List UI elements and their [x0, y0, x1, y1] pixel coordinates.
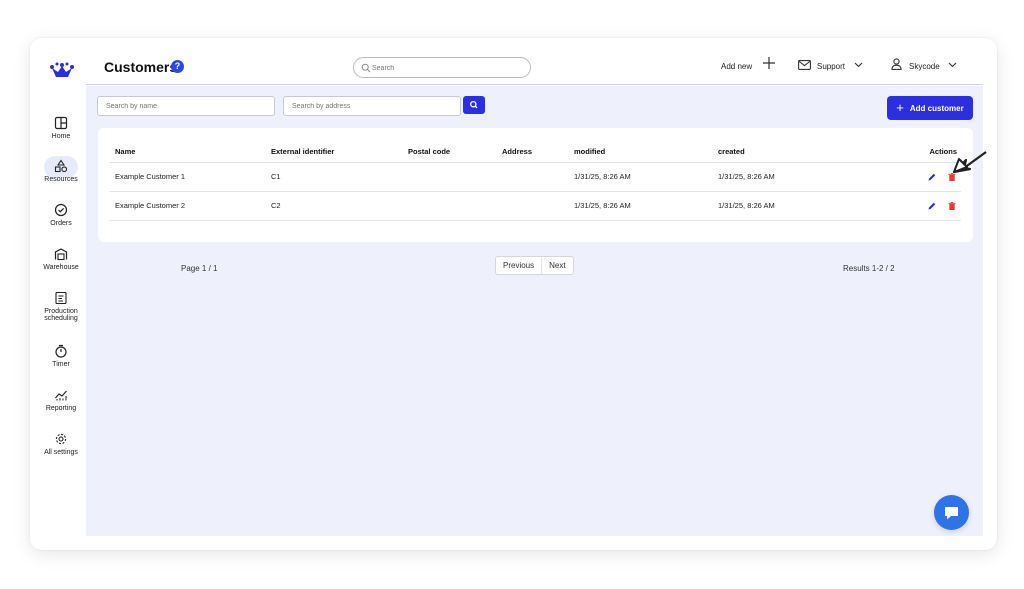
sidebar-item-label: All settings	[44, 449, 78, 456]
cell-name: Example Customer 2	[109, 191, 265, 221]
sidebar-item-resources[interactable]: Resources	[30, 156, 92, 183]
plus-icon: +	[896, 100, 904, 115]
cell-actions	[867, 191, 961, 221]
search-icon	[361, 63, 371, 73]
warehouse-icon	[54, 248, 68, 261]
gear-icon	[55, 433, 67, 445]
sidebar-item-label: Resources	[44, 176, 78, 183]
search-by-address-input[interactable]	[283, 96, 461, 116]
cell-address	[496, 162, 568, 192]
cell-external-id: C1	[265, 162, 402, 192]
search-by-name-input[interactable]	[97, 96, 275, 116]
column-header-actions: Actions	[867, 142, 961, 163]
layout-icon	[54, 116, 68, 130]
edit-icon[interactable]	[927, 201, 937, 211]
top-header: Customers ? Add new Support Skycode	[86, 38, 983, 85]
cell-postal-code	[402, 162, 496, 192]
edit-icon[interactable]	[927, 172, 937, 182]
chevron-down-icon[interactable]	[854, 62, 863, 68]
results-count: Results 1-2 / 2	[843, 264, 895, 273]
page-title: Customers	[104, 59, 178, 75]
chat-button[interactable]	[934, 495, 969, 530]
cell-created: 1/31/25, 8:26 AM	[712, 162, 867, 192]
sidebar-item-label: Orders	[50, 220, 72, 227]
app-window: Home Resources Orders Warehouse Producti…	[30, 38, 997, 550]
sidebar-item-label: Home	[51, 133, 71, 140]
schedule-icon	[55, 291, 67, 305]
chart-icon	[55, 390, 67, 401]
column-header-created[interactable]: created	[712, 142, 867, 163]
add-customer-label: Add customer	[909, 103, 964, 113]
column-header-postal-code[interactable]: Postal code	[402, 142, 496, 163]
sidebar-item-label: Timer	[52, 361, 70, 368]
column-header-modified[interactable]: modified	[568, 142, 712, 163]
cell-address	[496, 191, 568, 221]
previous-button[interactable]: Previous	[496, 257, 541, 274]
mail-icon	[798, 60, 811, 70]
column-header-name[interactable]: Name	[109, 142, 265, 163]
cell-modified: 1/31/25, 8:26 AM	[568, 162, 712, 192]
cell-actions	[867, 162, 961, 192]
cell-external-id: C2	[265, 191, 402, 221]
logo-icon[interactable]	[50, 62, 74, 80]
sidebar-item-home[interactable]: Home	[30, 116, 92, 140]
sidebar-item-label: Reporting	[45, 405, 77, 412]
cell-name: Example Customer 1	[109, 162, 265, 192]
main-content: + Add customer Name External identifier …	[86, 86, 983, 536]
search-icon	[470, 100, 478, 109]
plus-icon[interactable]	[762, 56, 776, 70]
stopwatch-icon	[55, 344, 67, 358]
pagination-controls: Previous Next	[495, 256, 574, 275]
add-customer-button[interactable]: + Add customer	[887, 96, 973, 120]
sidebar-item-production-scheduling[interactable]: Production scheduling	[30, 291, 92, 322]
sidebar-item-label: Production scheduling	[44, 308, 78, 322]
table-row[interactable]: Example Customer 2 C2 1/31/25, 8:26 AM 1…	[109, 191, 961, 221]
cell-created: 1/31/25, 8:26 AM	[712, 191, 867, 221]
column-header-address[interactable]: Address	[496, 142, 568, 163]
cell-modified: 1/31/25, 8:26 AM	[568, 191, 712, 221]
user-menu[interactable]: Skycode	[909, 62, 940, 71]
sidebar-item-timer[interactable]: Timer	[30, 344, 92, 368]
help-icon[interactable]: ?	[171, 60, 184, 73]
add-new-button[interactable]: Add new	[721, 62, 752, 71]
search-button[interactable]	[463, 96, 485, 114]
cell-postal-code	[402, 191, 496, 221]
global-search-input[interactable]	[372, 61, 522, 75]
support-menu[interactable]: Support	[817, 62, 845, 71]
customers-table: Name External identifier Postal code Add…	[109, 142, 961, 221]
annotation-arrow-icon	[952, 151, 987, 174]
global-search[interactable]	[353, 57, 531, 78]
sidebar-item-reporting[interactable]: Reporting	[30, 388, 92, 412]
sidebar-item-all-settings[interactable]: All settings	[30, 432, 92, 456]
next-button[interactable]: Next	[541, 257, 572, 274]
page-indicator: Page 1 / 1	[181, 264, 218, 273]
user-icon	[891, 58, 902, 70]
customers-table-card: Name External identifier Postal code Add…	[98, 128, 973, 242]
sidebar-item-label: Warehouse	[43, 264, 79, 271]
table-header-row: Name External identifier Postal code Add…	[109, 142, 961, 163]
sidebar: Home Resources Orders Warehouse Producti…	[30, 38, 86, 550]
sidebar-item-orders[interactable]: Orders	[30, 203, 92, 227]
chat-icon	[945, 507, 958, 520]
column-header-external-identifier[interactable]: External identifier	[265, 142, 402, 163]
chevron-down-icon[interactable]	[948, 62, 957, 68]
check-circle-icon	[54, 203, 68, 217]
table-row[interactable]: Example Customer 1 C1 1/31/25, 8:26 AM 1…	[109, 162, 961, 192]
shapes-icon	[54, 159, 68, 173]
trash-icon[interactable]	[947, 201, 957, 211]
sidebar-item-warehouse[interactable]: Warehouse	[30, 247, 92, 271]
